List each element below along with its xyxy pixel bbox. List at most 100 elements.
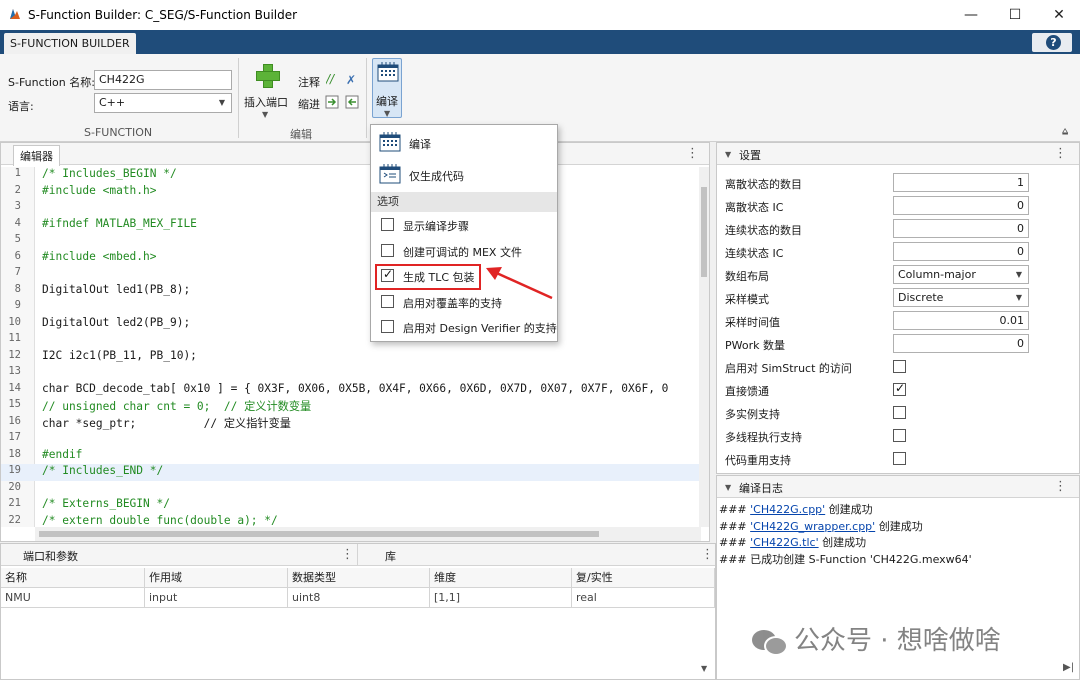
col-complexity[interactable]: 复/实性 xyxy=(572,568,715,588)
code-line[interactable]: 11 xyxy=(1,332,701,349)
editor-more-icon[interactable]: ⋮ xyxy=(686,147,699,161)
code-line[interactable]: 6 #include <mbed.h> xyxy=(1,250,701,267)
code-line[interactable]: 21 /* Externs_BEGIN */ xyxy=(1,497,701,514)
setting-checkbox[interactable] xyxy=(893,406,906,419)
cell-complexity[interactable]: real xyxy=(572,588,715,608)
code-line[interactable]: 4 #ifndef MATLAB_MEX_FILE xyxy=(1,217,701,234)
option-label[interactable]: 显示编译步骤 xyxy=(403,218,469,234)
code-line[interactable]: 9 xyxy=(1,299,701,316)
option-checkbox[interactable] xyxy=(381,294,394,308)
maximize-button[interactable]: ☐ xyxy=(1000,4,1030,26)
setting-select[interactable]: Discrete ▼ xyxy=(893,288,1029,307)
code-line[interactable]: 5 xyxy=(1,233,701,250)
indent-icon[interactable] xyxy=(325,94,361,110)
library-more-icon[interactable]: ⋮ xyxy=(701,548,714,562)
line-number: 2 xyxy=(14,183,21,196)
menu-item-generate-code-only[interactable]: 仅生成代码 xyxy=(371,159,557,191)
line-number: 12 xyxy=(8,348,21,361)
col-dimension[interactable]: 维度 xyxy=(430,568,572,588)
close-button[interactable]: ✕ xyxy=(1044,4,1074,26)
ports-header: 端口和参数 ⋮ 库 ⋮ xyxy=(1,544,715,566)
comment-icon[interactable]: // ✗ xyxy=(326,72,358,86)
minimize-button[interactable]: — xyxy=(956,4,986,26)
insert-port-dropdown-icon[interactable]: ▼ xyxy=(262,110,268,119)
code-text: /* extern double func(double a); */ xyxy=(42,513,278,527)
code-line[interactable]: 14 char BCD_decode_tab[ 0x10 ] = { 0X3F, … xyxy=(1,382,701,399)
code-line[interactable]: 1 /* Includes_BEGIN */ xyxy=(1,167,701,184)
code-text: char BCD_decode_tab[ 0x10 ] = { 0X3F, 0X… xyxy=(42,381,669,395)
cell-scope[interactable]: input xyxy=(145,588,288,608)
option-checkbox[interactable] xyxy=(381,218,394,231)
scroll-thumb[interactable] xyxy=(39,531,599,537)
setting-input[interactable]: 1 xyxy=(893,173,1029,192)
code-line[interactable]: 15 // unsigned char cnt = 0; // 定义计数变量 xyxy=(1,398,701,415)
col-name[interactable]: 名称 xyxy=(1,568,145,588)
cell-datatype[interactable]: uint8 xyxy=(288,588,430,608)
ports-more-icon[interactable]: ⋮ xyxy=(341,548,354,562)
code-line[interactable]: 3 xyxy=(1,200,701,217)
cell-dimension[interactable]: [1,1] xyxy=(430,588,572,608)
option-label[interactable]: 启用对 Design Verifier 的支持 xyxy=(403,320,557,336)
help-button[interactable]: ? xyxy=(1032,33,1072,52)
sfun-name-input[interactable]: CH422G xyxy=(94,70,232,90)
code-line[interactable]: 16 char *seg_ptr; // 定义指针变量 xyxy=(1,415,701,432)
collapse-settings-icon[interactable]: ▼ xyxy=(725,150,731,159)
setting-label: 数组布局 xyxy=(725,270,769,283)
code-line[interactable]: 18 #endif xyxy=(1,448,701,465)
tab-library[interactable]: 库 xyxy=(385,548,396,564)
code-line[interactable]: 19 /* Includes_END */ xyxy=(1,464,701,481)
cell-name[interactable]: NMU xyxy=(1,588,145,608)
code-area[interactable]: 1 /* Includes_BEGIN */ 2 #include <math.h> 3… xyxy=(1,167,701,527)
log-scroll-end-icon[interactable]: ▶| xyxy=(1063,662,1074,673)
setting-input[interactable]: 0 xyxy=(893,334,1029,353)
log-file-link[interactable]: 'CH422G_wrapper.cpp' xyxy=(750,520,875,533)
log-file-link[interactable]: 'CH422G.cpp' xyxy=(750,503,825,516)
ports-panel: 端口和参数 ⋮ 库 ⋮ 名称 作用域 数据类型 维度 复/实性 NMU inpu… xyxy=(0,543,716,680)
setting-select[interactable]: Column-major ▼ xyxy=(893,265,1029,284)
setting-input[interactable]: 0 xyxy=(893,196,1029,215)
log-file-link[interactable]: 'CH422G.tlc' xyxy=(750,536,818,549)
collapse-ribbon-icon[interactable]: ⩠ xyxy=(1062,126,1068,137)
log-line: ### 'CH422G_wrapper.cpp' 创建成功 xyxy=(719,518,923,534)
collapse-log-icon[interactable]: ▼ xyxy=(725,483,731,492)
insert-port-button[interactable]: 插入端口 xyxy=(244,94,288,110)
setting-checkbox[interactable] xyxy=(893,429,906,442)
language-select[interactable]: C++ ▼ xyxy=(94,93,232,113)
code-line[interactable]: 2 #include <math.h> xyxy=(1,184,701,201)
log-more-icon[interactable]: ⋮ xyxy=(1054,480,1067,494)
scroll-thumb[interactable] xyxy=(701,187,707,277)
col-datatype[interactable]: 数据类型 xyxy=(288,568,430,588)
editor-vertical-scrollbar[interactable] xyxy=(699,167,709,527)
watermark-text: 公众号 · 想啥做啥 xyxy=(794,626,1001,656)
insert-port-plus-icon[interactable] xyxy=(256,64,280,88)
setting-input[interactable]: 0 xyxy=(893,242,1029,261)
ports-title[interactable]: 端口和参数 xyxy=(23,548,78,564)
tab-sfunction-builder[interactable]: S-FUNCTION BUILDER xyxy=(4,33,136,54)
tab-editor[interactable]: 编辑器 xyxy=(13,145,60,166)
code-line[interactable]: 7 xyxy=(1,266,701,283)
line-number: 18 xyxy=(8,447,21,460)
code-line[interactable]: 12 I2C i2c1(PB_11, PB_10); xyxy=(1,349,701,366)
code-line[interactable]: 10 DigitalOut led2(PB_9); xyxy=(1,316,701,333)
chevron-down-icon: ▼ xyxy=(1015,293,1022,302)
code-line[interactable]: 20 xyxy=(1,481,701,498)
setting-checkbox[interactable] xyxy=(893,360,906,373)
col-scope[interactable]: 作用域 xyxy=(145,568,288,588)
setting-checkbox[interactable] xyxy=(893,452,906,465)
code-line[interactable]: 8 DigitalOut led1(PB_8); xyxy=(1,283,701,300)
setting-input[interactable]: 0.01 xyxy=(893,311,1029,330)
code-line[interactable]: 17 xyxy=(1,431,701,448)
option-checkbox[interactable] xyxy=(381,320,394,333)
setting-input[interactable]: 0 xyxy=(893,219,1029,238)
build-button[interactable]: 编译 ▼ xyxy=(372,58,402,118)
collapse-panel-icon[interactable]: ▼ xyxy=(701,664,707,673)
code-line[interactable]: 13 xyxy=(1,365,701,382)
line-number: 11 xyxy=(8,332,21,344)
table-row[interactable]: NMU input uint8 [1,1] real xyxy=(1,588,715,608)
setting-checkbox[interactable] xyxy=(893,381,906,396)
option-checkbox[interactable] xyxy=(381,243,394,257)
editor-horizontal-scrollbar[interactable] xyxy=(35,527,701,541)
menu-item-build[interactable]: 编译 xyxy=(371,127,557,159)
code-line[interactable]: 22 /* extern double func(double a); */ xyxy=(1,514,701,528)
settings-more-icon[interactable]: ⋮ xyxy=(1054,147,1067,161)
